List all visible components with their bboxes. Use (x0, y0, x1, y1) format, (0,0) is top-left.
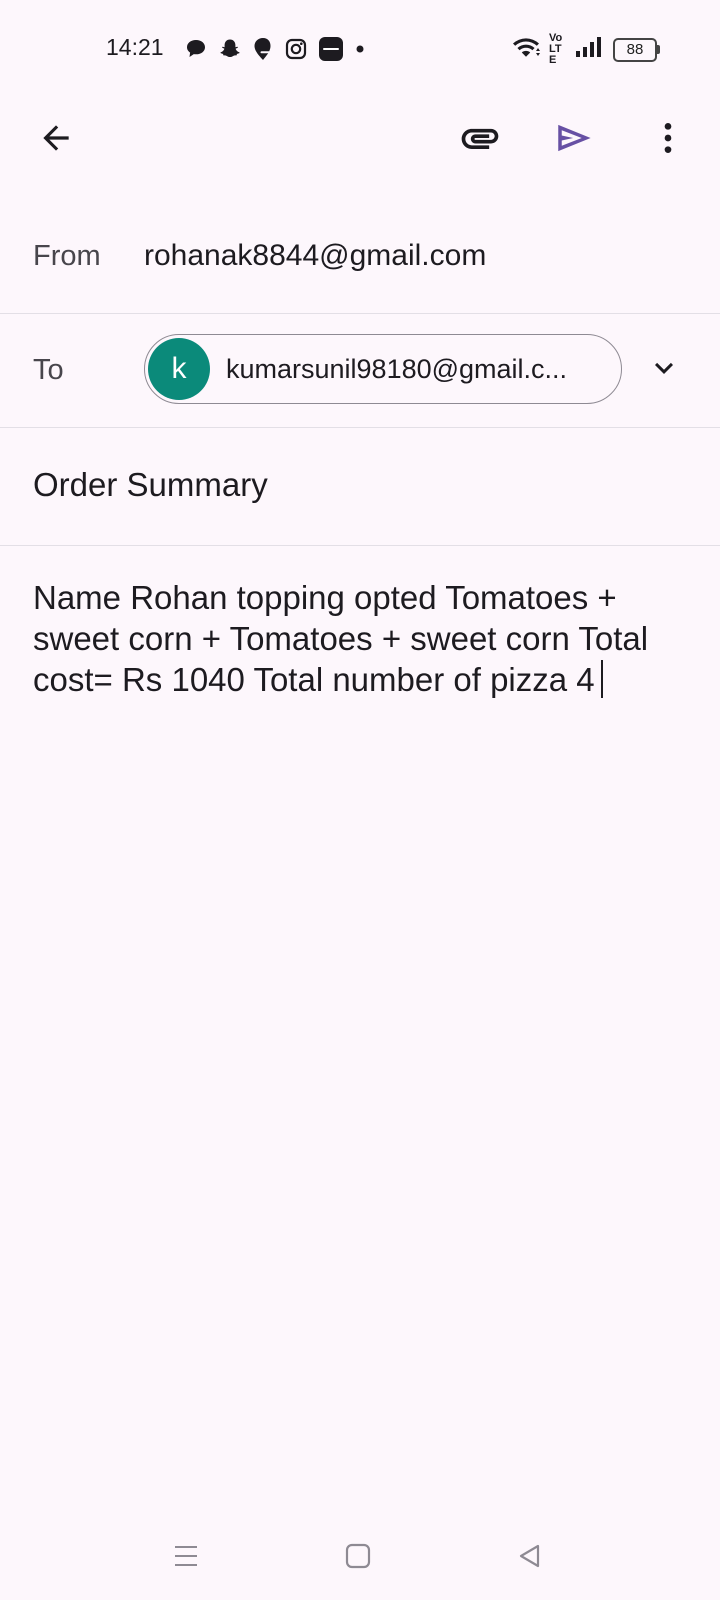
dot-icon (354, 37, 366, 61)
home-square-icon (345, 1543, 371, 1569)
notification-icons (184, 36, 366, 62)
more-vert-icon (664, 123, 672, 153)
expand-recipients-button[interactable] (642, 346, 686, 390)
battery-tip (657, 45, 660, 54)
body-text: Name Rohan topping opted Tomatoes + swee… (33, 579, 649, 698)
home-button[interactable] (334, 1532, 382, 1580)
wifi-icon (511, 35, 541, 64)
compose-toolbar (0, 96, 720, 180)
send-button[interactable] (548, 112, 600, 164)
chat-bubble-icon (184, 37, 208, 61)
to-row: To k kumarsunil98180@gmail.c... (0, 314, 720, 428)
from-label: From (33, 240, 101, 272)
battery-icon: 88 (613, 37, 660, 62)
volte-label: Vo LTE (549, 32, 563, 66)
status-time: 14:21 (106, 34, 164, 60)
subject-row: Order Summary (0, 428, 720, 546)
attachment-icon (461, 128, 499, 149)
battery-level: 88 (613, 37, 657, 62)
more-options-button[interactable] (642, 112, 694, 164)
system-back-button[interactable] (506, 1532, 554, 1580)
attach-button[interactable] (454, 112, 506, 164)
status-right: Vo LTE 88 (511, 33, 660, 66)
zomato-icon (318, 36, 344, 62)
swiggy-icon (252, 37, 274, 61)
recipient-email: kumarsunil98180@gmail.c... (226, 353, 568, 384)
chevron-down-icon (655, 362, 673, 374)
menu-lines-icon (175, 1546, 197, 1566)
recents-button[interactable] (162, 1532, 210, 1580)
back-triangle-icon (519, 1544, 540, 1568)
back-button[interactable] (30, 112, 82, 164)
snapchat-icon (218, 37, 242, 61)
to-label: To (33, 354, 64, 386)
send-icon (558, 124, 591, 152)
recipient-avatar: k (148, 338, 210, 400)
instagram-icon (284, 37, 308, 61)
text-cursor (600, 660, 603, 698)
status-bar: 14:21 Vo LTE 88 (0, 0, 720, 96)
signal-icon (575, 36, 605, 63)
body-field[interactable]: Name Rohan topping opted Tomatoes + swee… (33, 577, 683, 700)
system-nav-bar (0, 1520, 720, 1600)
recipient-chip[interactable]: k kumarsunil98180@gmail.c... (144, 334, 622, 404)
volte-icon: Vo LTE (549, 33, 567, 66)
subject-field[interactable]: Order Summary (33, 466, 268, 504)
from-row: From rohanak8844@gmail.com (0, 200, 720, 314)
from-field[interactable]: rohanak8844@gmail.com (144, 239, 486, 273)
back-arrow-icon (43, 125, 69, 151)
